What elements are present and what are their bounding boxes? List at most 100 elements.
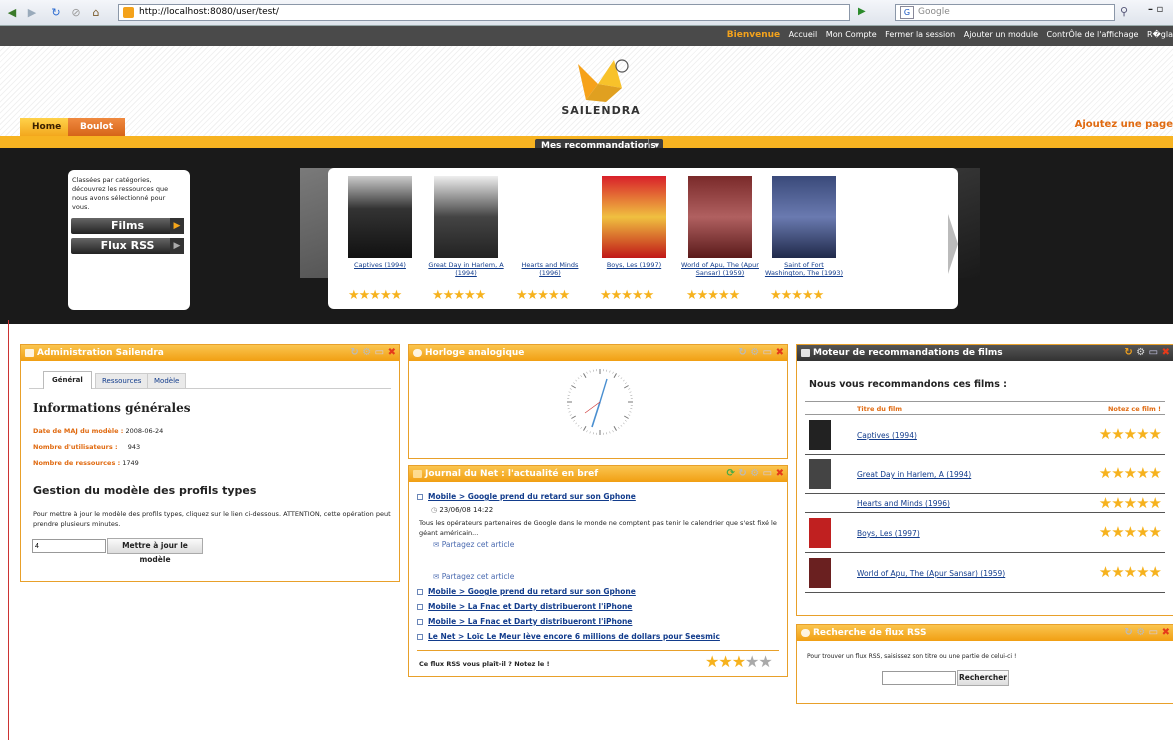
close-icon[interactable]: ✖ <box>776 347 784 358</box>
topbar-link-accueil[interactable]: Accueil <box>789 30 818 39</box>
close-icon[interactable]: ✖ <box>388 347 396 358</box>
film-rating[interactable]: ★★★★★ <box>1099 494 1162 512</box>
go-icon[interactable]: ▶ <box>858 6 866 17</box>
profiles-count-input[interactable] <box>32 539 106 553</box>
refresh-icon[interactable]: ↻ <box>1124 627 1132 638</box>
film-link[interactable]: World of Apu, The (Apur Sansar) (1959) <box>857 569 1005 578</box>
minimize-icon[interactable]: ▭ <box>1149 627 1158 638</box>
topbar-link-compte[interactable]: Mon Compte <box>826 30 877 39</box>
minimize-icon[interactable]: ▭ <box>763 468 772 479</box>
share-link[interactable]: ✉ Partagez cet article <box>433 540 514 549</box>
home-icon[interactable]: ⌂ <box>88 5 104 21</box>
tab-home[interactable]: Home <box>20 118 74 136</box>
film-title[interactable]: Hearts and Minds (1996) <box>510 261 590 277</box>
close-icon[interactable]: ✖ <box>1162 347 1170 358</box>
news-link[interactable]: Mobile > Google prend du retard sur son … <box>428 587 636 596</box>
update-model-button[interactable]: Mettre à jour le modèle <box>107 538 203 564</box>
film-rating[interactable]: ★★★★★ <box>516 288 570 303</box>
film-card[interactable]: Hearts and Minds (1996) <box>510 176 590 277</box>
reload-icon[interactable]: ↻ <box>48 5 64 21</box>
news-widget-header[interactable]: Journal du Net : l'actualité en bref ⟳ ↻… <box>409 466 787 482</box>
film-link[interactable]: Hearts and Minds (1996) <box>857 499 950 508</box>
topbar-link-settings[interactable]: R�gla <box>1147 30 1173 39</box>
rss-search-input[interactable] <box>882 671 956 685</box>
film-rating[interactable]: ★★★★★ <box>770 288 824 303</box>
news-link[interactable]: Mobile > La Fnac et Darty distribueront … <box>428 617 632 626</box>
news-item[interactable]: Mobile > Google prend du retard sur son … <box>417 587 636 596</box>
sync-icon[interactable]: ⟳ <box>726 468 734 479</box>
reco-widget-header[interactable]: Moteur de recommandations de films ↻ ⚙ ▭… <box>797 345 1173 361</box>
film-card[interactable]: Great Day in Harlem, A (1994) <box>426 176 506 277</box>
gear-icon[interactable]: ⚙ <box>362 347 371 358</box>
tab-general[interactable]: Général <box>43 371 92 389</box>
minimize-icon[interactable]: ▭ <box>375 347 384 358</box>
forward-icon[interactable]: ▶ <box>24 5 40 21</box>
news-link[interactable]: Mobile > Google prend du retard sur son … <box>428 492 636 501</box>
tab-boulot[interactable]: Boulot <box>68 118 126 136</box>
film-card[interactable]: Boys, Les (1997) <box>594 176 674 269</box>
refresh-icon[interactable]: ↻ <box>738 468 746 479</box>
gear-icon[interactable]: ⚙ <box>1136 627 1145 638</box>
film-rating[interactable]: ★★★★★ <box>600 288 654 303</box>
admin-widget-header[interactable]: Administration Sailendra ↻ ⚙ ▭ ✖ <box>21 345 399 361</box>
gear-icon[interactable]: ⚙ <box>750 347 759 358</box>
close-icon[interactable]: ✖ <box>1162 627 1170 638</box>
film-title[interactable]: Captives (1994) <box>340 261 420 269</box>
films-button[interactable]: Films ▶ <box>71 218 184 234</box>
bullet-icon <box>417 634 423 640</box>
film-rating[interactable]: ★★★★★ <box>1099 523 1162 541</box>
window-controls-icon[interactable]: – ▫ <box>1148 4 1163 15</box>
refresh-icon[interactable]: ↻ <box>1124 347 1132 358</box>
gear-icon[interactable]: ⚙ <box>1136 347 1145 358</box>
back-icon[interactable]: ◀ <box>4 5 20 21</box>
film-link[interactable]: Great Day in Harlem, A (1994) <box>857 470 971 479</box>
tab-model[interactable]: Modèle <box>147 373 187 389</box>
reco-widget-title: Moteur de recommandations de films <box>813 348 1003 358</box>
stop-icon[interactable]: ⊘ <box>68 5 84 21</box>
refresh-icon[interactable]: ↻ <box>738 347 746 358</box>
carousel-next-icon[interactable] <box>948 214 958 274</box>
film-card[interactable]: Captives (1994) <box>340 176 420 269</box>
news-link[interactable]: Mobile > La Fnac et Darty distribueront … <box>428 602 632 611</box>
browser-search-input[interactable]: G Google <box>895 4 1115 21</box>
film-title[interactable]: World of Apu, The (Apur Sansar) (1959) <box>680 261 760 277</box>
film-title[interactable]: Great Day in Harlem, A (1994) <box>426 261 506 277</box>
news-item[interactable]: Mobile > La Fnac et Darty distribueront … <box>417 617 632 626</box>
share-link[interactable]: ✉ Partagez cet article <box>433 572 514 581</box>
refresh-icon[interactable]: ↻ <box>350 347 358 358</box>
clock-widget-header[interactable]: Horloge analogique ↻ ⚙ ▭ ✖ <box>409 345 787 361</box>
minimize-icon[interactable]: ▭ <box>1149 347 1158 358</box>
sailendra-logo[interactable]: SAILENDRA <box>556 54 646 122</box>
film-title[interactable]: Saint of Fort Washington, The (1993) <box>764 261 844 277</box>
film-rating[interactable]: ★★★★★ <box>1099 425 1162 443</box>
topbar-link-display[interactable]: ContrÔle de l'affichage <box>1047 30 1139 39</box>
film-link[interactable]: Boys, Les (1997) <box>857 529 920 538</box>
clock-tick <box>586 371 588 374</box>
add-page-link[interactable]: Ajoutez une page <box>1075 119 1173 130</box>
news-link[interactable]: Le Net > Loïc Le Meur lève encore 6 mill… <box>428 632 720 641</box>
feed-rating[interactable]: ★★★★★ <box>705 652 773 671</box>
film-rating[interactable]: ★★★★★ <box>432 288 486 303</box>
film-rating[interactable]: ★★★★★ <box>348 288 402 303</box>
topbar-link-add-module[interactable]: Ajouter un module <box>964 30 1038 39</box>
film-card[interactable]: Saint of Fort Washington, The (1993) <box>764 176 844 277</box>
film-link[interactable]: Captives (1994) <box>857 431 917 440</box>
news-item[interactable]: Mobile > La Fnac et Darty distribueront … <box>417 602 632 611</box>
tab-resources[interactable]: Ressources <box>95 373 149 389</box>
url-field[interactable]: http://localhost:8080/user/test/ <box>118 4 850 21</box>
film-rating[interactable]: ★★★★★ <box>1099 464 1162 482</box>
minimize-icon[interactable]: ▭ <box>763 347 772 358</box>
rss-search-button[interactable]: Rechercher <box>957 670 1009 686</box>
gear-icon[interactable]: ⚙ <box>750 468 759 479</box>
news-item[interactable]: Mobile > Google prend du retard sur son … <box>417 492 636 501</box>
news-item[interactable]: Le Net > Loïc Le Meur lève encore 6 mill… <box>417 632 720 641</box>
close-icon[interactable]: ✖ <box>776 468 784 479</box>
film-card[interactable]: World of Apu, The (Apur Sansar) (1959) <box>680 176 760 277</box>
film-title[interactable]: Boys, Les (1997) <box>594 261 674 269</box>
rss-button[interactable]: Flux RSS ▶ <box>71 238 184 254</box>
topbar-link-logout[interactable]: Fermer la session <box>885 30 955 39</box>
search-go-icon[interactable]: ⚲ <box>1120 5 1128 18</box>
film-rating[interactable]: ★★★★★ <box>686 288 740 303</box>
film-rating[interactable]: ★★★★★ <box>1099 563 1162 581</box>
rss-search-header[interactable]: Recherche de flux RSS ↻ ⚙ ▭ ✖ <box>797 625 1173 641</box>
